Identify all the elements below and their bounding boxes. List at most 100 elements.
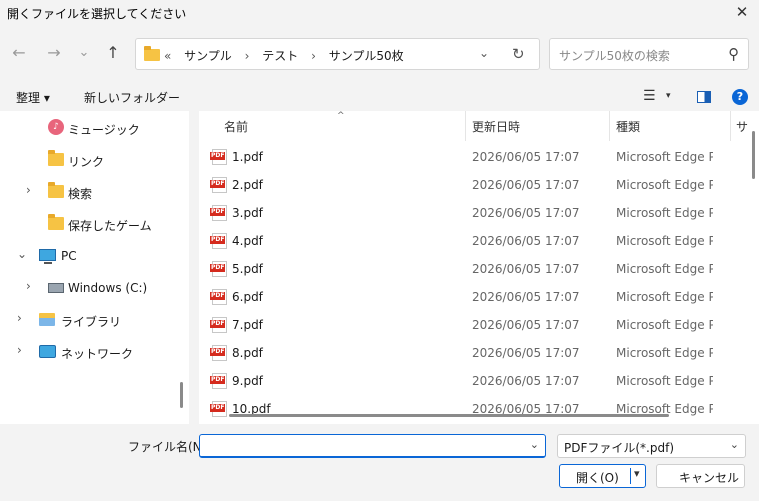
file-name: 2.pdf — [232, 178, 263, 192]
sidebar-item-label: リンク — [68, 155, 105, 169]
sidebar-item-links[interactable]: リンク — [0, 145, 189, 175]
view-options-dropdown[interactable]: ▾ — [666, 91, 671, 101]
breadcrumb-item[interactable]: テスト — [262, 49, 298, 63]
help-icon[interactable]: ? — [732, 89, 748, 105]
file-date: 2026/06/05 17:07 — [472, 290, 580, 304]
sidebar-scrollbar[interactable] — [180, 382, 183, 408]
sidebar-item-windows-c[interactable]: › Windows (C:) — [0, 273, 189, 303]
file-type: Microsoft Edge P... — [616, 178, 713, 192]
sidebar-item-label: ネットワーク — [61, 347, 134, 361]
open-button[interactable]: 開く(O) ▾ — [559, 464, 646, 488]
recent-locations-button[interactable]: ⌄ — [73, 42, 95, 64]
vertical-scrollbar[interactable] — [752, 131, 755, 179]
chevron-down-icon: ⌄ — [78, 45, 90, 60]
file-row[interactable]: 4.pdf 2026/06/05 17:07 Microsoft Edge P.… — [199, 227, 744, 255]
pdf-file-icon — [210, 177, 227, 193]
breadcrumb-item[interactable]: サンプル50枚 — [329, 49, 404, 63]
breadcrumb: « サンプル › テスト › サンプル50枚 — [164, 47, 413, 64]
new-folder-button[interactable]: 新しいフォルダー — [84, 89, 180, 106]
file-list: ^ 名前 更新日時 種類 サ 1.pdf 2026/06/05 17:07 Mi… — [199, 111, 759, 424]
file-name: 6.pdf — [232, 290, 263, 304]
filename-input[interactable]: ⌄ — [199, 434, 546, 458]
file-name: 9.pdf — [232, 374, 263, 388]
up-button[interactable]: ↑ — [102, 42, 124, 64]
column-header-type[interactable]: 種類 — [610, 111, 730, 141]
horizontal-scrollbar[interactable] — [229, 414, 669, 417]
file-row[interactable]: 6.pdf 2026/06/05 17:07 Microsoft Edge P.… — [199, 283, 744, 311]
file-row[interactable]: 7.pdf 2026/06/05 17:07 Microsoft Edge P.… — [199, 311, 744, 339]
chevron-right-icon[interactable]: › — [245, 49, 250, 63]
search-icon[interactable]: ⚲ — [728, 45, 739, 63]
file-row[interactable]: 2.pdf 2026/06/05 17:07 Microsoft Edge P.… — [199, 171, 744, 199]
column-header-date[interactable]: 更新日時 — [466, 111, 609, 141]
sidebar-item-music[interactable]: ♪ ミュージック — [0, 113, 189, 143]
sidebar-item-pc[interactable]: ⌄ PC — [0, 241, 189, 271]
column-header-name[interactable]: ^ 名前 — [199, 111, 465, 141]
sidebar-item-label: Windows (C:) — [68, 281, 148, 295]
chevron-right-icon[interactable]: › — [17, 343, 27, 357]
close-button[interactable]: ✕ — [725, 0, 759, 26]
address-bar[interactable]: « サンプル › テスト › サンプル50枚 ⌄ ↻ — [135, 38, 540, 70]
file-name: 1.pdf — [232, 150, 263, 164]
file-row[interactable]: 9.pdf 2026/06/05 17:07 Microsoft Edge P.… — [199, 367, 744, 395]
file-row[interactable]: 5.pdf 2026/06/05 17:07 Microsoft Edge P.… — [199, 255, 744, 283]
view-list-icon[interactable]: ☰ — [643, 88, 656, 104]
file-date: 2026/06/05 17:07 — [472, 262, 580, 276]
pdf-file-icon — [210, 205, 227, 221]
file-type: Microsoft Edge P... — [616, 262, 713, 276]
breadcrumb-overflow[interactable]: « — [164, 49, 171, 63]
file-type: Microsoft Edge P... — [616, 374, 713, 388]
chevron-down-icon[interactable]: ⌄ — [17, 247, 27, 261]
filetype-select[interactable]: PDFファイル(*.pdf) ⌄ — [557, 434, 746, 458]
breadcrumb-item[interactable]: サンプル — [184, 49, 232, 63]
chevron-right-icon[interactable]: › — [26, 279, 36, 293]
organize-button[interactable]: 整理 ▾ — [16, 89, 50, 106]
file-type: Microsoft Edge P... — [616, 346, 713, 360]
chevron-right-icon[interactable]: › — [17, 311, 27, 325]
file-row[interactable]: 10.pdf 2026/06/05 17:07 Microsoft Edge P… — [199, 395, 744, 423]
file-type: Microsoft Edge P... — [616, 234, 713, 248]
pdf-file-icon — [210, 233, 227, 249]
chevron-right-icon[interactable]: › — [26, 183, 36, 197]
open-options-dropdown[interactable]: ▾ — [634, 467, 640, 480]
pdf-file-icon — [210, 373, 227, 389]
sidebar-item-libraries[interactable]: › ライブラリ — [0, 305, 189, 335]
address-dropdown-icon[interactable]: ⌄ — [479, 46, 489, 60]
refresh-icon[interactable]: ↻ — [512, 45, 525, 63]
file-date: 2026/06/05 17:07 — [472, 346, 580, 360]
sidebar-item-label: 保存したゲーム — [68, 219, 152, 233]
sidebar-item-label: ミュージック — [68, 123, 140, 137]
chevron-down-icon: ⌄ — [729, 438, 739, 451]
sidebar-item-search[interactable]: › 検索 — [0, 177, 189, 207]
chevron-down-icon[interactable]: ⌄ — [530, 438, 539, 451]
chevron-right-icon[interactable]: › — [311, 49, 316, 63]
sidebar-item-label: ライブラリ — [61, 315, 122, 329]
file-row[interactable]: 3.pdf 2026/06/05 17:07 Microsoft Edge P.… — [199, 199, 744, 227]
file-type: Microsoft Edge P... — [616, 290, 713, 304]
back-button[interactable]: ← — [8, 42, 30, 64]
split-divider — [630, 468, 631, 484]
file-row[interactable]: 1.pdf 2026/06/05 17:07 Microsoft Edge P.… — [199, 143, 744, 171]
file-date: 2026/06/05 17:07 — [472, 318, 580, 332]
file-row[interactable]: 8.pdf 2026/06/05 17:07 Microsoft Edge P.… — [199, 339, 744, 367]
pdf-file-icon — [210, 289, 227, 305]
search-input[interactable]: サンプル50枚の検索 — [559, 47, 670, 64]
column-header-label: 種類 — [616, 120, 641, 134]
search-box[interactable]: サンプル50枚の検索 ⚲ — [549, 38, 749, 70]
file-type: Microsoft Edge P... — [616, 206, 713, 220]
folder-icon — [48, 214, 64, 230]
sidebar-item-saved-games[interactable]: 保存したゲーム — [0, 209, 189, 239]
sidebar-item-network[interactable]: › ネットワーク — [0, 337, 189, 367]
file-date: 2026/06/05 17:07 — [472, 178, 580, 192]
forward-button[interactable]: → — [43, 42, 65, 64]
title-bar: 開くファイルを選択してください ✕ — [0, 0, 759, 26]
file-type: Microsoft Edge P... — [616, 318, 713, 332]
cancel-button[interactable]: キャンセル — [656, 464, 745, 488]
close-icon: ✕ — [735, 3, 749, 21]
music-icon: ♪ — [48, 119, 64, 135]
preview-pane-icon[interactable] — [697, 91, 711, 103]
pdf-file-icon — [210, 261, 227, 277]
dialog-footer: ファイル名(N): ⌄ PDFファイル(*.pdf) ⌄ 開く(O) ▾ キャン… — [0, 424, 759, 501]
drive-icon — [48, 283, 64, 293]
arrow-right-icon: → — [47, 43, 61, 62]
